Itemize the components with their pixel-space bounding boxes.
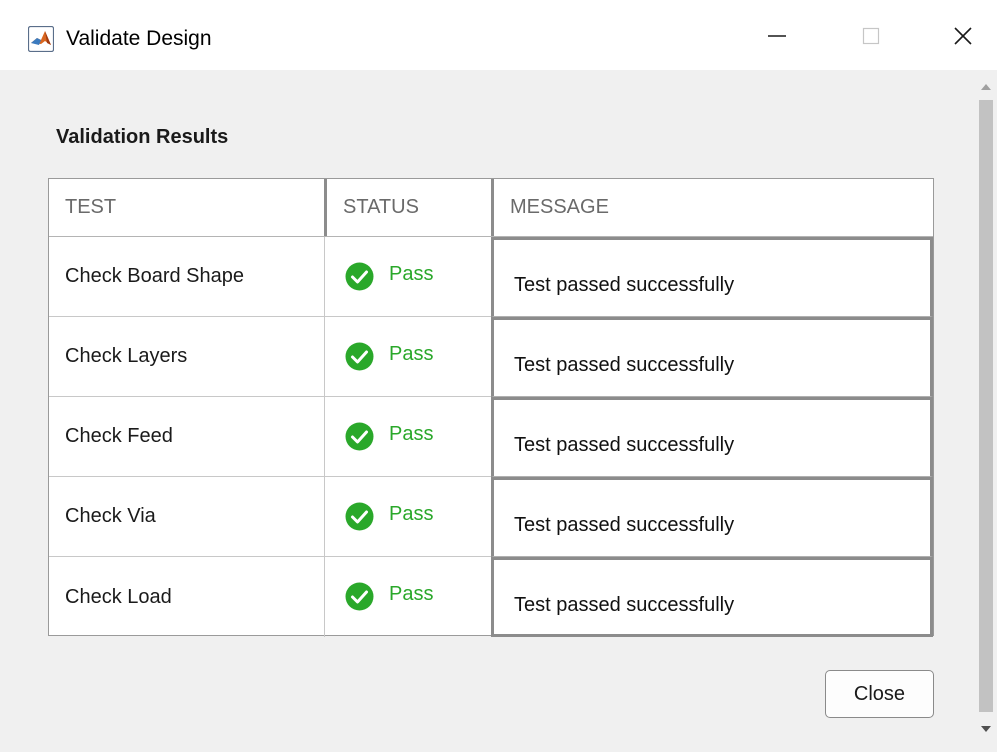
dialog-content: Validation Results TEST STATUS MESSAGE C… bbox=[0, 70, 975, 752]
message-text: Test passed successfully bbox=[514, 434, 735, 456]
table-row[interactable]: Check Layers Pass Test passed successful… bbox=[49, 317, 933, 397]
test-name-cell: Check Load bbox=[65, 585, 172, 608]
status-cell: Pass bbox=[324, 317, 492, 397]
validate-design-window: Validate Design Validation Results TEST … bbox=[0, 0, 997, 752]
test-name-cell: Check Board Shape bbox=[49, 237, 324, 317]
title-bar[interactable]: Validate Design bbox=[0, 0, 997, 70]
close-icon bbox=[954, 27, 972, 45]
table-row[interactable]: Check Via Pass Test passed successfully bbox=[49, 477, 933, 557]
scroll-down-arrow-icon[interactable] bbox=[981, 726, 991, 732]
message-cell: Test passed successfully bbox=[491, 557, 933, 637]
message-cell: Test passed successfully bbox=[491, 477, 933, 557]
status-cell: Pass bbox=[324, 477, 492, 557]
test-name-cell: Check Layers bbox=[49, 317, 324, 397]
message-text: Test passed successfully bbox=[514, 354, 735, 376]
table-row[interactable]: Check Load Pass Test passed successfully bbox=[49, 557, 933, 637]
status-text: Pass bbox=[389, 343, 434, 365]
close-button[interactable]: Close bbox=[825, 670, 934, 718]
scroll-thumb[interactable] bbox=[979, 100, 993, 712]
table-row[interactable]: Check Feed Pass Test passed successfully bbox=[49, 397, 933, 477]
maximize-button[interactable] bbox=[846, 16, 896, 56]
message-cell: Test passed successfully bbox=[491, 317, 933, 397]
column-header-status[interactable]: STATUS bbox=[324, 179, 491, 236]
test-name-cell: Check Via bbox=[49, 477, 324, 557]
column-header-test[interactable]: TEST bbox=[49, 179, 324, 236]
validation-results-table: TEST STATUS MESSAGE Check Board Shape Pa… bbox=[48, 178, 934, 637]
message-cell: Test passed successfully bbox=[491, 237, 933, 317]
scroll-up-arrow-icon[interactable] bbox=[981, 84, 991, 90]
check-circle-icon bbox=[345, 582, 374, 611]
window-close-button[interactable] bbox=[938, 16, 988, 56]
minimize-button[interactable] bbox=[752, 16, 802, 56]
check-circle-icon bbox=[345, 342, 374, 371]
status-text: Pass bbox=[389, 423, 434, 445]
column-header-message[interactable]: MESSAGE bbox=[491, 179, 933, 236]
message-cell: Test passed successfully bbox=[491, 397, 933, 477]
vertical-scrollbar[interactable] bbox=[975, 70, 997, 752]
table-row[interactable]: Check Board Shape Pass Test passed succe… bbox=[49, 237, 933, 317]
table-header: TEST STATUS MESSAGE bbox=[49, 179, 933, 237]
status-text: Pass bbox=[389, 263, 434, 285]
section-title: Validation Results bbox=[56, 126, 229, 148]
window-title: Validate Design bbox=[66, 27, 212, 50]
matlab-logo-icon bbox=[27, 25, 55, 53]
status-text: Pass bbox=[389, 583, 434, 605]
status-cell: Pass bbox=[324, 557, 492, 637]
minimize-icon bbox=[768, 35, 786, 37]
message-text: Test passed successfully bbox=[514, 514, 735, 536]
check-circle-icon bbox=[345, 502, 374, 531]
check-circle-icon bbox=[345, 262, 374, 291]
status-text: Pass bbox=[389, 503, 434, 525]
test-name-cell: Check Feed bbox=[49, 397, 324, 477]
maximize-icon bbox=[862, 27, 880, 45]
check-circle-icon bbox=[345, 422, 374, 451]
status-cell: Pass bbox=[324, 237, 492, 317]
status-cell: Pass bbox=[324, 397, 492, 477]
message-text: Test passed successfully bbox=[514, 274, 735, 296]
message-text: Test passed successfully bbox=[514, 594, 735, 616]
